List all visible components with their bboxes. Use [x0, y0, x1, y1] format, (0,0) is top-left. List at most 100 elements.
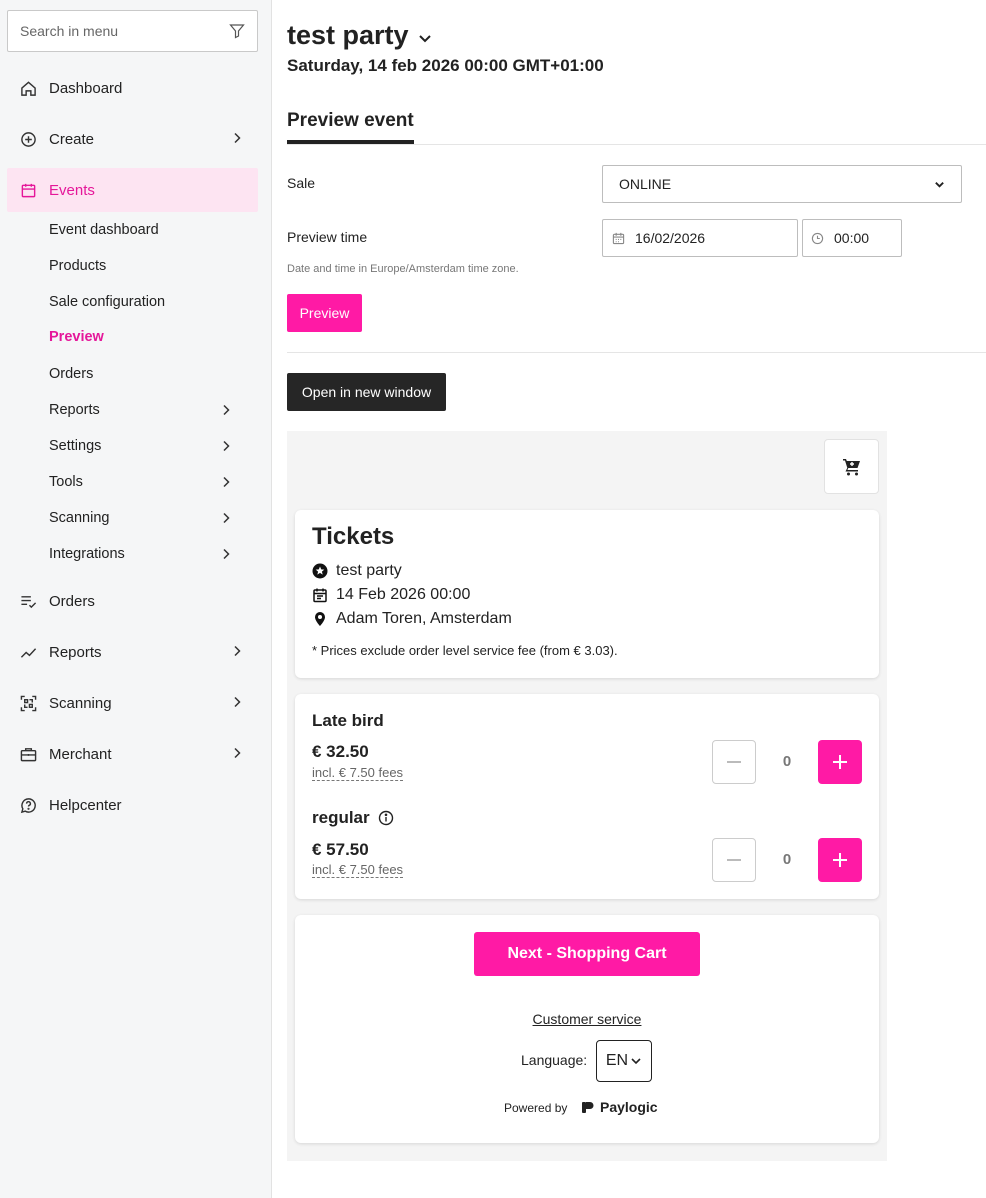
preview-button[interactable]: Preview	[287, 294, 362, 332]
sidebar-item-label: Create	[49, 130, 95, 148]
sidebar-subitem-scanning[interactable]: Scanning	[49, 506, 249, 530]
help-chat-icon	[19, 796, 37, 814]
subitem-label: Preview	[49, 329, 104, 345]
sidebar-subitem-settings[interactable]: Settings	[49, 434, 249, 458]
event-location: Adam Toren, Amsterdam	[336, 610, 512, 627]
event-date: 14 Feb 2026 00:00	[336, 586, 471, 603]
sidebar-item-create[interactable]: Create	[7, 117, 258, 161]
product-fees[interactable]: incl. € 7.50 fees	[312, 862, 404, 878]
search-input[interactable]: Search in menu	[7, 10, 258, 52]
info-icon[interactable]	[378, 810, 394, 826]
language-select[interactable]: EN	[596, 1040, 652, 1082]
sidebar-item-merchant[interactable]: Merchant	[7, 732, 258, 776]
next-shopping-cart-button[interactable]: Next - Shopping Cart	[474, 932, 700, 976]
language-value: EN	[605, 1052, 629, 1069]
product-name-row: regular	[312, 808, 394, 828]
sidebar-item-dashboard[interactable]: Dashboard	[7, 66, 258, 110]
open-new-window-button[interactable]: Open in new window	[287, 373, 446, 411]
preview-date-input[interactable]: 16/02/2026	[602, 219, 798, 257]
sidebar-item-helpcenter[interactable]: Helpcenter	[7, 783, 258, 827]
sidebar-item-label: Scanning	[49, 694, 112, 712]
chevron-down-icon	[935, 181, 944, 188]
list-check-icon	[19, 592, 37, 610]
sidebar-item-label: Dashboard	[49, 79, 123, 97]
preview-time-label: Preview time	[287, 229, 368, 245]
cart-button[interactable]	[824, 439, 879, 494]
chevron-right-icon	[234, 696, 241, 708]
subitem-label: Event dashboard	[49, 222, 159, 238]
decrease-quantity-button[interactable]	[712, 838, 756, 882]
chevron-right-icon	[223, 548, 230, 560]
customer-service-link[interactable]: Customer service	[287, 1011, 887, 1027]
plus-icon	[833, 853, 847, 867]
sidebar-subitem-products[interactable]: Products	[49, 254, 249, 278]
event-title-dropdown[interactable]: test party	[287, 20, 433, 51]
event-location-row: Adam Toren, Amsterdam	[312, 610, 512, 628]
product-price: € 32.50	[312, 742, 369, 761]
event-datetime: Saturday, 14 feb 2026 00:00 GMT+01:00	[287, 56, 604, 75]
minus-icon	[727, 859, 741, 861]
sidebar: Search in menu Dashboard Create Events E…	[0, 0, 272, 1198]
shopping-cart-icon	[842, 458, 860, 475]
chevron-right-icon	[234, 132, 241, 144]
event-name-row: test party	[312, 562, 402, 580]
sidebar-item-label: Reports	[49, 643, 102, 661]
chevron-right-icon	[223, 476, 230, 488]
tab-preview-event[interactable]: Preview event	[287, 110, 414, 144]
quantity-value: 0	[782, 753, 792, 770]
service-fee-note: * Prices exclude order level service fee…	[312, 643, 618, 658]
tickets-heading: Tickets	[312, 523, 395, 550]
sidebar-item-events[interactable]: Events	[7, 168, 258, 212]
paylogic-logo: Paylogic	[580, 1099, 658, 1115]
subitem-label: Tools	[49, 474, 83, 490]
sidebar-subitem-tools[interactable]: Tools	[49, 470, 249, 494]
sidebar-subitem-event-dashboard[interactable]: Event dashboard	[49, 218, 249, 242]
sidebar-subitem-sale-configuration[interactable]: Sale configuration	[49, 290, 249, 314]
sale-label: Sale	[287, 175, 316, 191]
location-pin-icon	[315, 612, 325, 626]
powered-by-label: Powered by	[504, 1101, 568, 1115]
calendar-icon	[19, 181, 37, 199]
trend-line-icon	[19, 643, 37, 661]
plus-icon	[833, 755, 847, 769]
sale-select[interactable]: ONLINE	[602, 165, 962, 203]
increase-quantity-button[interactable]	[818, 740, 862, 784]
sidebar-item-reports[interactable]: Reports	[7, 630, 258, 674]
sidebar-subitem-preview[interactable]: Preview	[49, 325, 249, 349]
chevron-down-icon	[631, 1058, 641, 1065]
sidebar-item-label: Merchant	[49, 745, 112, 763]
product-price: € 57.50	[312, 840, 369, 859]
chevron-right-icon	[234, 747, 241, 759]
chevron-right-icon	[223, 440, 230, 452]
timezone-hint: Date and time in Europe/Amsterdam time z…	[287, 263, 519, 275]
product-name: Late bird	[312, 711, 384, 730]
sidebar-item-label: Events	[49, 181, 95, 199]
chevron-right-icon	[223, 512, 230, 524]
home-icon	[19, 79, 37, 97]
sidebar-item-orders[interactable]: Orders	[7, 579, 258, 623]
minus-icon	[727, 761, 741, 763]
filter-icon[interactable]	[229, 23, 245, 39]
increase-quantity-button[interactable]	[818, 838, 862, 882]
preview-time-input[interactable]: 00:00	[802, 219, 902, 257]
sale-select-value: ONLINE	[619, 176, 672, 192]
tab-divider	[287, 144, 986, 145]
brand-name: Paylogic	[600, 1099, 658, 1115]
sidebar-item-label: Orders	[49, 592, 95, 610]
clock-icon	[811, 232, 824, 244]
event-name: test party	[336, 562, 402, 579]
sidebar-subitem-orders[interactable]: Orders	[49, 362, 249, 386]
sidebar-item-scanning[interactable]: Scanning	[7, 681, 258, 725]
chevron-right-icon	[223, 404, 230, 416]
sidebar-subitem-reports[interactable]: Reports	[49, 398, 249, 422]
event-date-row: 14 Feb 2026 00:00	[312, 586, 470, 604]
preview-time-value: 00:00	[834, 230, 870, 246]
sidebar-subitem-integrations[interactable]: Integrations	[49, 542, 249, 566]
search-placeholder: Search in menu	[20, 23, 119, 39]
briefcase-icon	[19, 745, 37, 763]
language-label: Language:	[521, 1052, 588, 1068]
decrease-quantity-button[interactable]	[712, 740, 756, 784]
plus-circle-icon	[19, 130, 37, 148]
product-fees[interactable]: incl. € 7.50 fees	[312, 765, 404, 781]
subitem-label: Integrations	[49, 546, 125, 562]
